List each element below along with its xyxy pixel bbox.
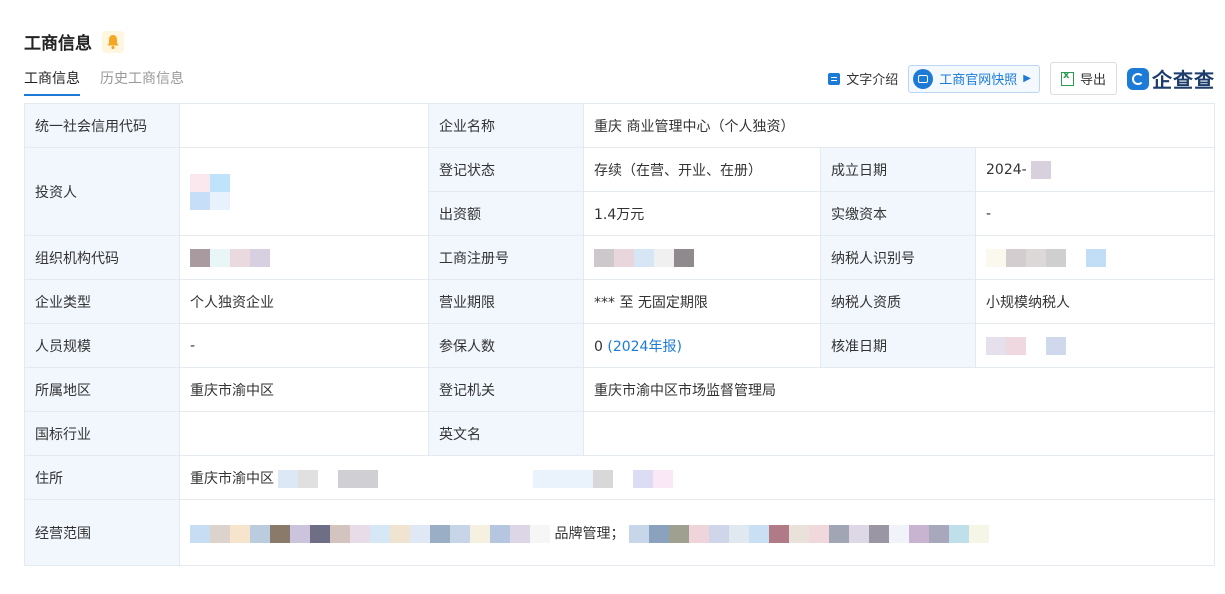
insured-label: 参保人数 [428,323,584,368]
capital-label: 出资额 [428,191,584,236]
reg-status-value: 存续（在营、开业、在册） [583,147,821,192]
credit-code-label: 统一社会信用代码 [24,103,180,148]
investor-label: 投资人 [24,147,180,236]
reg-status-label: 登记状态 [428,147,584,192]
redacted-mosaic [986,336,1066,355]
authority-label: 登记机关 [428,367,584,412]
text-intro-label: 文字介绍 [846,73,899,88]
table-row: 住所 重庆市渝中区 [24,455,1216,500]
company-name-value: 重庆 商业管理中心（个人独资） [582,103,1216,148]
english-name-label: 英文名 [428,411,584,456]
type-value: 个人独资企业 [179,279,429,324]
reg-no-value [583,235,821,280]
staff-label: 人员规模 [24,323,180,368]
redacted-mosaic [190,191,230,210]
caret-right-icon: ▶ [1023,73,1031,84]
company-name-label: 企业名称 [428,103,584,148]
table-row: 经营范围 品牌管理； [24,499,1216,566]
taxpayer-qual-value: 小规模纳税人 [974,279,1216,324]
logo-text: 企查查 [1152,68,1215,92]
org-code-value [179,235,429,280]
export-button[interactable]: 导出 [1049,62,1117,95]
redacted-mosaic [190,524,550,543]
taxpayer-qual-label: 纳税人资质 [820,279,976,324]
scope-value: 品牌管理； [178,499,1216,566]
investor-value [179,147,429,236]
region-label: 所属地区 [24,367,180,412]
document-icon [828,72,841,85]
type-label: 企业类型 [24,279,180,324]
table-row: 统一社会信用代码 企业名称 重庆 商业管理中心（个人独资） [24,103,1216,148]
redacted-mosaic [1031,160,1052,179]
region-value: 重庆市渝中区 [179,367,429,412]
term-value: *** 至 无固定期限 [583,279,821,324]
authority-value: 重庆市渝中区市场监督管理局 [582,367,1216,412]
redacted-mosaic [594,248,694,267]
logo-icon [1127,67,1149,90]
text-intro-button[interactable]: 文字介绍 [828,69,898,88]
table-row: 企业类型 个人独资企业 营业期限 *** 至 无固定期限 纳税人资质 小规模纳税… [24,279,1216,324]
table-row: 所属地区 重庆市渝中区 登记机关 重庆市渝中区市场监督管理局 [24,367,1216,412]
approved-value [974,323,1216,368]
paid-capital-value: - [974,191,1216,236]
qichacha-logo: 企查查 [1127,64,1215,93]
table-row: 人员规模 - 参保人数 0 (2024年报) 核准日期 [24,323,1216,368]
address-text: 重庆市渝中区 [190,470,274,487]
table-row: 投资人 登记状态 存续（在营、开业、在册） 成立日期 2024- [24,147,1216,236]
paid-capital-label: 实缴资本 [820,191,976,236]
taxpayer-id-label: 纳税人识别号 [820,235,976,280]
address-label: 住所 [24,455,180,500]
redacted-mosaic [628,524,989,543]
annual-report-link[interactable]: (2024年报) [607,339,682,355]
founded-text: 2024- [986,161,1027,178]
address-value: 重庆市渝中区 [178,455,1216,500]
redacted-mosaic [190,248,270,267]
credit-code-value [179,103,429,148]
redacted-mosaic [278,469,379,488]
toolbar: 文字介绍 工商官网快照 ▶ 导出 企查查 [828,62,1215,95]
founded-value: 2024- [974,147,1216,192]
insured-value: 0 (2024年报) [583,323,821,368]
approved-label: 核准日期 [820,323,976,368]
tab-bar: 工商信息 历史工商信息 [24,68,184,96]
taxpayer-id-value [974,235,1216,280]
excel-icon [1060,70,1074,86]
export-label: 导出 [1079,73,1106,88]
scope-label: 经营范围 [24,499,180,566]
redacted-mosaic [986,248,1106,267]
founded-label: 成立日期 [820,147,976,192]
industry-label: 国标行业 [24,411,180,456]
tab-history-business-info[interactable]: 历史工商信息 [100,68,184,96]
business-info-table: 统一社会信用代码 企业名称 重庆 商业管理中心（个人独资） 投资人 登记状态 存… [24,103,1216,566]
insured-count: 0 [594,338,603,355]
english-name-value [582,411,1216,456]
snapshot-label: 工商官网快照 [939,73,1018,88]
staff-value: - [179,323,429,368]
industry-value [179,411,429,456]
table-row: 国标行业 英文名 [24,411,1216,456]
snapshot-button[interactable]: 工商官网快照 ▶ [908,64,1040,93]
term-label: 营业期限 [428,279,584,324]
tab-business-info[interactable]: 工商信息 [24,68,80,96]
bell-icon[interactable] [102,30,124,53]
redacted-mosaic [532,469,673,488]
redacted-mosaic [190,173,230,192]
reg-no-label: 工商注册号 [428,235,584,280]
snapshot-icon [913,68,934,89]
table-row: 组织机构代码 工商注册号 纳税人识别号 [24,235,1216,280]
page-title: 工商信息 [24,29,124,54]
scope-text: 品牌管理； [554,525,625,542]
capital-value: 1.4万元 [583,191,821,236]
title-text: 工商信息 [24,34,92,54]
org-code-label: 组织机构代码 [24,235,180,280]
